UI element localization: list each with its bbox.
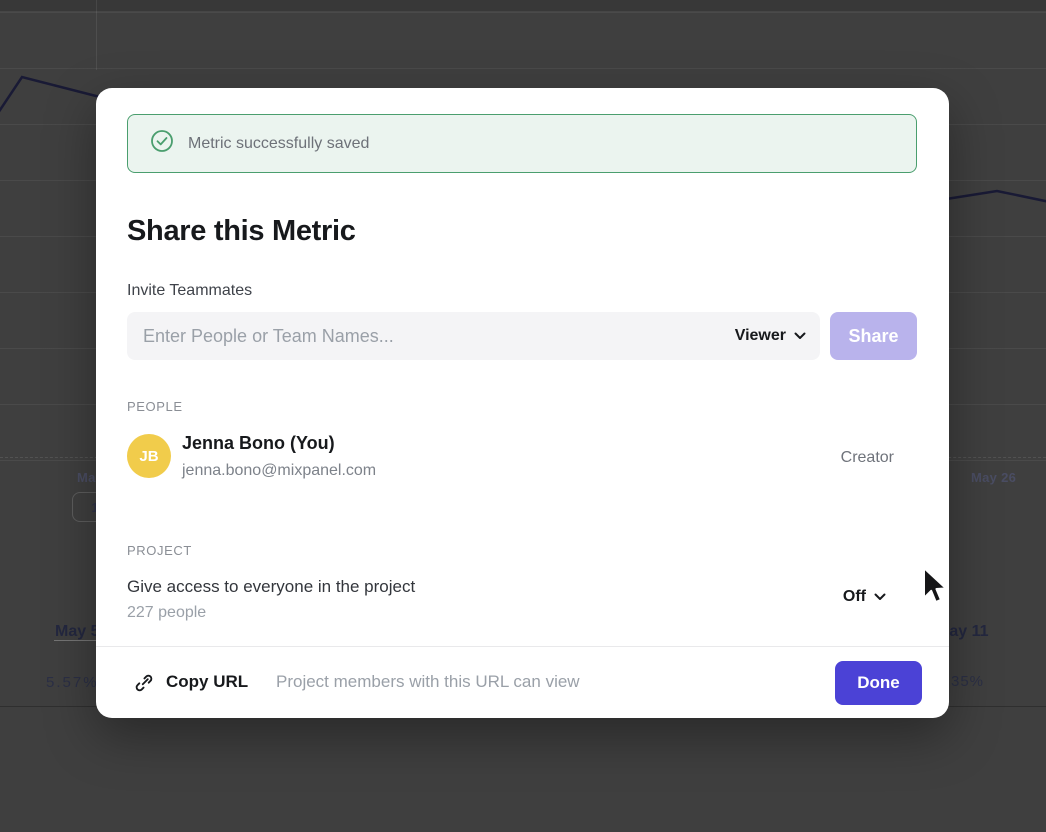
summary-value-right: 35% <box>951 673 984 690</box>
invite-input[interactable] <box>127 312 820 360</box>
chevron-down-icon <box>794 327 806 345</box>
summary-value-left: 5.57% <box>46 674 99 691</box>
invite-input-field[interactable]: Viewer <box>127 312 820 360</box>
done-button[interactable]: Done <box>835 661 922 705</box>
link-icon <box>134 673 154 698</box>
summary-date-left: May 5 <box>55 623 99 641</box>
people-section-heading: PEOPLE <box>127 399 183 414</box>
avatar: JB <box>127 434 171 478</box>
share-button[interactable]: Share <box>830 312 917 360</box>
modal-title: Share this Metric <box>127 215 356 248</box>
role-dropdown-value: Viewer <box>735 327 786 345</box>
project-access-dropdown[interactable]: Off <box>843 583 886 611</box>
toast-message: Metric successfully saved <box>188 135 369 153</box>
copy-url-hint: Project members with this URL can view <box>276 672 580 692</box>
project-access-value: Off <box>843 588 866 606</box>
member-role: Creator <box>841 449 894 467</box>
x-axis-label-right: May 26 <box>971 470 1016 485</box>
project-access-subtitle: 227 people <box>127 604 206 622</box>
project-access-title: Give access to everyone in the project <box>127 577 415 597</box>
project-section-heading: PROJECT <box>127 543 192 558</box>
role-dropdown[interactable]: Viewer <box>735 312 806 360</box>
modal-footer: Copy URL Project members with this URL c… <box>96 646 949 718</box>
member-email: jenna.bono@mixpanel.com <box>182 462 376 480</box>
chevron-down-icon <box>874 588 886 606</box>
check-circle-icon <box>150 129 174 158</box>
success-toast: Metric successfully saved <box>127 114 917 173</box>
invite-teammates-label: Invite Teammates <box>127 282 252 300</box>
share-metric-modal: Metric successfully saved Share this Met… <box>96 88 949 718</box>
copy-url-button[interactable]: Copy URL <box>166 672 248 692</box>
member-name: Jenna Bono (You) <box>182 433 335 454</box>
